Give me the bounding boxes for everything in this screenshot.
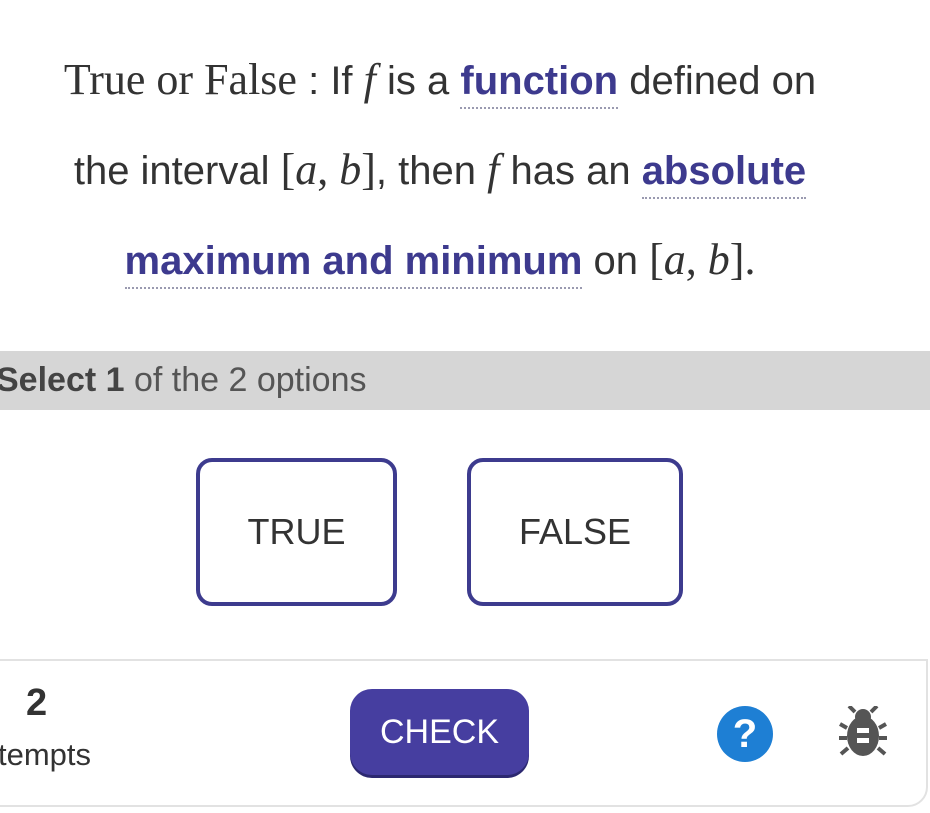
question-line-1: True or False : If f is a function defin… (0, 54, 905, 109)
instruction-banner: Select 1 of the 2 options (0, 351, 930, 410)
attempts-label: tempts (0, 737, 92, 772)
question-line-3: maximum and minimum on [a, b]. (0, 234, 905, 289)
bug-icon[interactable] (838, 704, 888, 760)
question-line-2: the interval [a, b], then f has an absol… (0, 144, 905, 199)
option-true-button[interactable]: TRUE (196, 458, 397, 606)
question-icon[interactable]: ? (717, 706, 773, 762)
option-label: TRUE (247, 511, 346, 552)
math-f: f (487, 145, 500, 194)
attempts-count: 2 (26, 682, 48, 724)
term-absolute-link[interactable]: absolute (641, 149, 807, 199)
option-label: FALSE (518, 511, 632, 552)
term-function-link[interactable]: function (460, 59, 619, 109)
term-max-min-link[interactable]: maximum and minimum (124, 239, 583, 289)
check-button[interactable]: CHECK (350, 689, 529, 775)
question-lead: True or False (63, 55, 297, 104)
math-f: f (363, 55, 376, 104)
option-false-button[interactable]: FALSE (467, 458, 683, 606)
